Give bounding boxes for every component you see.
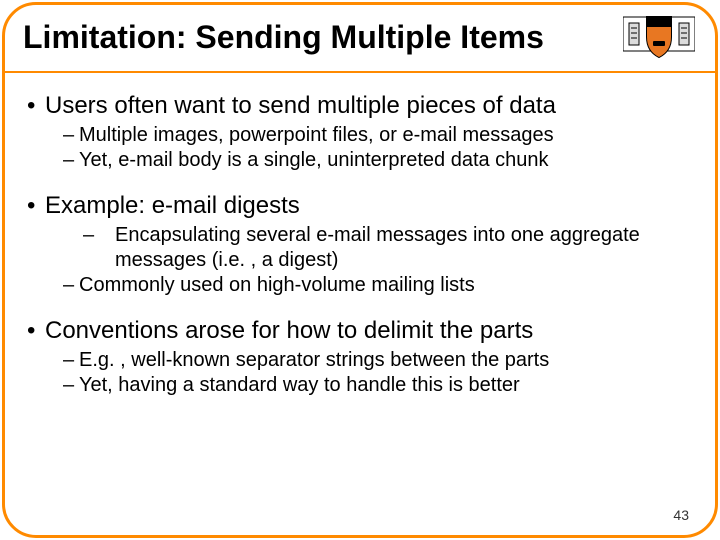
section-1: •Users often want to send multiple piece… [27, 91, 693, 173]
bullet-3-text: Conventions arose for how to delimit the… [45, 317, 533, 344]
slide-title: Limitation: Sending Multiple Items [23, 19, 697, 56]
sub-1-1-text: Multiple images, powerpoint files, or e-… [79, 124, 554, 146]
sub-3-2-text: Yet, having a standard way to handle thi… [79, 374, 520, 396]
bullet-1-text: Users often want to send multiple pieces… [45, 92, 556, 119]
bullet-2: •Example: e-mail digests [27, 191, 693, 221]
page-number: 43 [673, 507, 689, 523]
bullet-3: •Conventions arose for how to delimit th… [27, 316, 693, 346]
slide: Limitation: Sending Multiple Items [0, 0, 720, 540]
princeton-shield-icon [623, 11, 695, 63]
sub-3-1-text: E.g. , well-known separator strings betw… [79, 349, 549, 371]
sub-1-1: –Multiple images, powerpoint files, or e… [63, 123, 693, 148]
sub-1-2-text: Yet, e-mail body is a single, uninterpre… [79, 149, 549, 171]
sub-3-2: –Yet, having a standard way to handle th… [63, 373, 693, 398]
sub-1-2: –Yet, e-mail body is a single, uninterpr… [63, 148, 693, 173]
sub-3-1: –E.g. , well-known separator strings bet… [63, 348, 693, 373]
title-area: Limitation: Sending Multiple Items [5, 17, 715, 70]
title-divider [5, 71, 715, 73]
slide-frame: Limitation: Sending Multiple Items [2, 2, 718, 538]
sub-2-1: –Encapsulating several e-mail messages i… [63, 223, 693, 273]
sub-2-2: –Commonly used on high-volume mailing li… [63, 273, 693, 298]
section-2: •Example: e-mail digests –Encapsulating … [27, 191, 693, 298]
slide-body: •Users often want to send multiple piece… [27, 85, 693, 495]
bullet-1: •Users often want to send multiple piece… [27, 91, 693, 121]
bullet-2-text: Example: e-mail digests [45, 192, 300, 219]
section-3: •Conventions arose for how to delimit th… [27, 316, 693, 398]
sub-2-2-text: Commonly used on high-volume mailing lis… [79, 274, 475, 296]
sub-2-1-text: Encapsulating several e-mail messages in… [115, 224, 640, 271]
